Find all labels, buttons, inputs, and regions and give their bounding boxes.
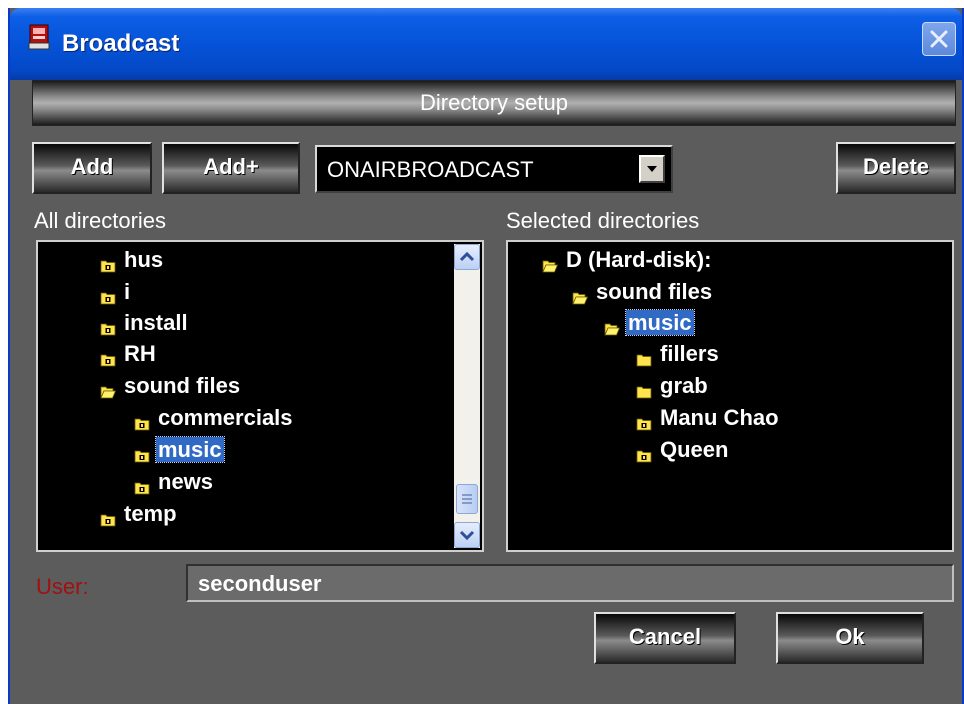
folder-closed-icon xyxy=(636,410,652,431)
all-directories-tree-item[interactable]: RH xyxy=(100,340,158,368)
window-title: Broadcast xyxy=(62,30,180,57)
cancel-button[interactable]: Cancel xyxy=(594,612,736,664)
selected-directories-tree-item[interactable]: music xyxy=(604,309,695,337)
all-directories-tree-item-label: sound files xyxy=(124,373,241,398)
selected-directories-tree-item-label: sound files xyxy=(596,279,713,304)
selected-directories-tree-item[interactable]: sound files xyxy=(572,278,714,306)
folder-closed-icon xyxy=(134,410,150,431)
all-directories-tree-item-label: hus xyxy=(124,247,164,272)
scroll-down-button[interactable] xyxy=(454,522,480,548)
folder-open-icon xyxy=(572,284,589,305)
all-directories-tree-item-label: temp xyxy=(124,501,177,526)
selected-directories-tree-item[interactable]: fillers xyxy=(636,340,721,368)
chevron-down-icon xyxy=(647,166,657,172)
user-value: seconduser xyxy=(198,571,322,596)
broadcast-window: Broadcast Directory setup Add Add+ ONAIR… xyxy=(8,8,964,704)
folder-open-icon xyxy=(604,315,621,336)
folder-closed-icon xyxy=(100,506,116,527)
directory-setup-header: Directory setup xyxy=(32,80,956,126)
broadcast-app-icon xyxy=(28,24,50,50)
chevron-down-icon xyxy=(459,530,475,541)
all-directories-tree-item-label: install xyxy=(124,310,188,335)
selected-directories-tree-item[interactable]: grab xyxy=(636,372,710,400)
close-button[interactable] xyxy=(922,22,956,56)
chevron-up-icon xyxy=(459,251,475,262)
add-plus-button[interactable]: Add+ xyxy=(162,142,300,194)
grip-icon xyxy=(462,494,472,504)
all-directories-tree-item-label: music xyxy=(155,436,225,463)
user-label: User: xyxy=(36,574,89,599)
selected-directories-tree-item[interactable]: Manu Chao xyxy=(636,404,781,432)
selected-directories-tree-item[interactable]: D (Hard-disk): xyxy=(542,246,713,274)
selected-directories-tree-item-label: fillers xyxy=(660,341,719,366)
all-directories-tree-item[interactable]: install xyxy=(100,309,190,337)
folder-closed-icon xyxy=(100,252,116,273)
all-directories-tree-item-label: i xyxy=(124,279,131,304)
folder-closed-icon xyxy=(100,315,116,336)
all-directories-tree-item[interactable]: sound files xyxy=(100,372,242,400)
all-directories-tree-item[interactable]: i xyxy=(100,278,132,306)
all-directories-tree-item-label: RH xyxy=(124,341,156,366)
folder-closed-icon xyxy=(100,284,116,305)
selected-directories-tree[interactable]: D (Hard-disk): sound files music fillers gra… xyxy=(506,240,954,552)
all-directories-scrollbar[interactable] xyxy=(454,244,480,548)
scroll-up-button[interactable] xyxy=(454,244,480,270)
folder-open-icon xyxy=(542,252,559,273)
ok-button[interactable]: Ok xyxy=(776,612,924,664)
selected-directories-tree-item-label: music xyxy=(625,309,695,336)
profile-dropdown-button[interactable] xyxy=(639,155,665,183)
profile-select-value: ONAIRBROADCAST xyxy=(327,157,534,182)
selected-directories-tree-item-label: grab xyxy=(660,373,708,398)
all-directories-tree-item-label: news xyxy=(158,469,214,494)
delete-button[interactable]: Delete xyxy=(836,142,956,194)
folder-closed-icon xyxy=(100,346,116,367)
selected-directories-label: Selected directories xyxy=(506,208,700,233)
all-directories-tree-item[interactable]: news xyxy=(134,468,215,496)
folder-closed-icon xyxy=(134,474,150,495)
scroll-thumb[interactable] xyxy=(456,484,478,514)
folder-closed-icon xyxy=(636,442,652,463)
add-button[interactable]: Add xyxy=(32,142,152,194)
selected-directories-tree-item[interactable]: Queen xyxy=(636,436,730,464)
all-directories-tree-item[interactable]: temp xyxy=(100,500,179,528)
all-directories-tree-item[interactable]: commercials xyxy=(134,404,295,432)
selected-directories-tree-item-label: Manu Chao xyxy=(660,405,779,430)
title-bar[interactable]: Broadcast xyxy=(10,8,962,80)
folder-closed-icon xyxy=(134,442,150,463)
all-directories-label: All directories xyxy=(34,208,167,233)
selected-directories-tree-item-label: Queen xyxy=(660,437,729,462)
user-field[interactable]: seconduser xyxy=(186,564,954,602)
close-icon xyxy=(930,30,948,48)
profile-select[interactable]: ONAIRBROADCAST xyxy=(315,145,673,193)
folder-filled-icon xyxy=(636,346,652,367)
all-directories-tree[interactable]: hus i install RH sound files commercials music… xyxy=(36,240,484,552)
all-directories-tree-item[interactable]: music xyxy=(134,436,225,464)
selected-directories-tree-item-label: D (Hard-disk): xyxy=(566,247,712,272)
folder-open-icon xyxy=(100,378,117,399)
folder-filled-icon xyxy=(636,378,652,399)
all-directories-tree-item[interactable]: hus xyxy=(100,246,165,274)
all-directories-tree-item-label: commercials xyxy=(158,405,293,430)
